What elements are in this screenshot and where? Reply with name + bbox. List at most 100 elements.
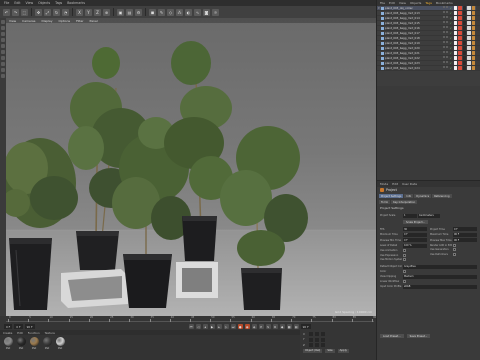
- array-icon[interactable]: ⁂: [176, 8, 183, 16]
- y-axis-icon[interactable]: Y: [85, 8, 92, 16]
- material-swatch[interactable]: Mat: [16, 337, 26, 350]
- tab-project-settings[interactable]: Project Settings: [379, 194, 404, 198]
- material-tag-icon[interactable]: [467, 26, 471, 30]
- solo-icon[interactable]: [1, 74, 5, 78]
- enabled-check-icon[interactable]: ✓: [449, 31, 452, 35]
- attribute-value[interactable]: 0 F: [403, 232, 427, 237]
- visibility-dot[interactable]: [446, 56, 449, 59]
- material-tag-icon[interactable]: [471, 51, 476, 55]
- visibility-dot[interactable]: [443, 36, 446, 39]
- viewport-menu-cameras[interactable]: Cameras: [22, 19, 35, 23]
- undo-icon[interactable]: ↶: [3, 8, 10, 16]
- visibility-dot[interactable]: [446, 51, 449, 54]
- material-tag-icon[interactable]: [462, 61, 467, 65]
- object-menu-file[interactable]: File: [380, 1, 385, 5]
- attribute-checkbox[interactable]: [403, 270, 406, 273]
- material-tag-icon[interactable]: [467, 31, 471, 35]
- material-tag-icon[interactable]: [462, 46, 467, 50]
- menu-item-objects[interactable]: Objects: [38, 1, 50, 5]
- object-name[interactable]: plant_003_bagg_mnt_024: [385, 66, 441, 70]
- preset-button[interactable]: Save Preset...: [406, 334, 431, 338]
- viewport-menu-view[interactable]: View: [9, 19, 16, 23]
- material-tag-icon[interactable]: [467, 11, 471, 15]
- material-tag-icon[interactable]: [462, 16, 467, 20]
- material-tag-icon[interactable]: [458, 16, 462, 20]
- lock-icon[interactable]: [1, 68, 5, 72]
- material-tag-icon[interactable]: [458, 26, 462, 30]
- attribute-checkbox[interactable]: [453, 243, 456, 247]
- visibility-dot[interactable]: [443, 6, 446, 9]
- material-tag-icon[interactable]: [458, 61, 462, 65]
- material-tag-icon[interactable]: [476, 51, 480, 55]
- apply-button[interactable]: Apply: [337, 348, 349, 353]
- visibility-dot[interactable]: [446, 16, 449, 19]
- material-tag-icon[interactable]: [453, 51, 458, 55]
- material-tag-icon[interactable]: [462, 31, 467, 35]
- material-tag-icon[interactable]: [476, 6, 480, 10]
- material-tag-icon[interactable]: [476, 56, 480, 60]
- material-tag-icon[interactable]: [471, 66, 476, 70]
- attribute-value[interactable]: 100 %: [403, 243, 427, 248]
- z-axis-icon[interactable]: Z: [94, 8, 101, 16]
- coord-size-field[interactable]: [315, 337, 319, 342]
- enabled-check-icon[interactable]: ✓: [449, 41, 452, 45]
- object-menu-bookmarks[interactable]: Bookmarks: [436, 1, 453, 5]
- material-tag-icon[interactable]: [453, 11, 458, 15]
- texture-mode-icon[interactable]: [1, 44, 5, 48]
- material-tag-icon[interactable]: [453, 36, 458, 40]
- material-tag-icon[interactable]: [453, 66, 458, 70]
- material-tag-icon[interactable]: [467, 51, 471, 55]
- material-tag-icon[interactable]: [453, 41, 458, 45]
- material-tag-icon[interactable]: [471, 36, 476, 40]
- material-tag-icon[interactable]: [476, 66, 480, 70]
- material-tag-icon[interactable]: [476, 26, 480, 30]
- visibility-dot[interactable]: [446, 11, 449, 14]
- menu-item-view[interactable]: View: [26, 1, 34, 5]
- tab-to-do[interactable]: To Do: [379, 200, 391, 204]
- material-tag-icon[interactable]: [476, 36, 480, 40]
- visibility-dot[interactable]: [446, 31, 449, 34]
- move-icon[interactable]: ✥: [35, 8, 42, 16]
- render-settings-icon[interactable]: ⚙: [135, 8, 142, 16]
- material-tag-icon[interactable]: [453, 16, 458, 20]
- material-tag-icon[interactable]: [471, 61, 476, 65]
- material-tag-icon[interactable]: [471, 56, 476, 60]
- material-tag-icon[interactable]: [476, 21, 480, 25]
- coord-rotation-field[interactable]: [321, 337, 325, 342]
- object-name[interactable]: plant_003_bagg_mnt_022: [385, 56, 441, 60]
- pla-key-icon[interactable]: ▦: [286, 324, 292, 329]
- attributes-menu-edit[interactable]: Edit: [392, 182, 398, 186]
- attributes-menu-mode[interactable]: Mode: [380, 182, 388, 186]
- material-tag-icon[interactable]: [462, 21, 467, 25]
- material-swatch[interactable]: Mat: [55, 337, 65, 350]
- material-tag-icon[interactable]: [458, 11, 462, 15]
- material-tag-icon[interactable]: [476, 46, 480, 50]
- visibility-dot[interactable]: [443, 11, 446, 14]
- param-key-icon[interactable]: ◆: [279, 324, 285, 329]
- coord-size-select[interactable]: Size: [325, 348, 335, 353]
- sky-icon[interactable]: ◐: [185, 8, 192, 16]
- enabled-check-icon[interactable]: ✓: [449, 61, 452, 65]
- coord-mode-select[interactable]: Object (Rel): [303, 348, 323, 353]
- material-tag-icon[interactable]: [471, 11, 476, 15]
- material-tag-icon[interactable]: [476, 41, 480, 45]
- render-picture-queue-icon[interactable]: ▤: [126, 8, 133, 16]
- object-menu-tags[interactable]: Tags: [425, 1, 432, 5]
- render-view-icon[interactable]: ▣: [117, 8, 124, 16]
- range-end-field[interactable]: 90 F: [300, 324, 311, 329]
- go-end-icon[interactable]: ⏭: [230, 324, 236, 329]
- select-icon[interactable]: ⬚: [21, 8, 28, 16]
- record-icon[interactable]: ●: [237, 324, 243, 329]
- object-row[interactable]: plant_003_bagg_mnt_024 ✓: [377, 66, 480, 71]
- scale-icon[interactable]: ⤢: [44, 8, 51, 16]
- object-name[interactable]: plant_003_bagg_mnt_021: [385, 51, 441, 55]
- next-key-icon[interactable]: ▷: [223, 324, 229, 329]
- material-tag-icon[interactable]: [476, 16, 480, 20]
- visibility-dot[interactable]: [446, 61, 449, 64]
- visibility-dot[interactable]: [443, 51, 446, 54]
- material-tag-icon[interactable]: [467, 6, 471, 10]
- visibility-dot[interactable]: [443, 41, 446, 44]
- material-tag-icon[interactable]: [462, 51, 467, 55]
- coord-size-field[interactable]: [315, 343, 319, 347]
- workplane-icon[interactable]: [1, 62, 5, 66]
